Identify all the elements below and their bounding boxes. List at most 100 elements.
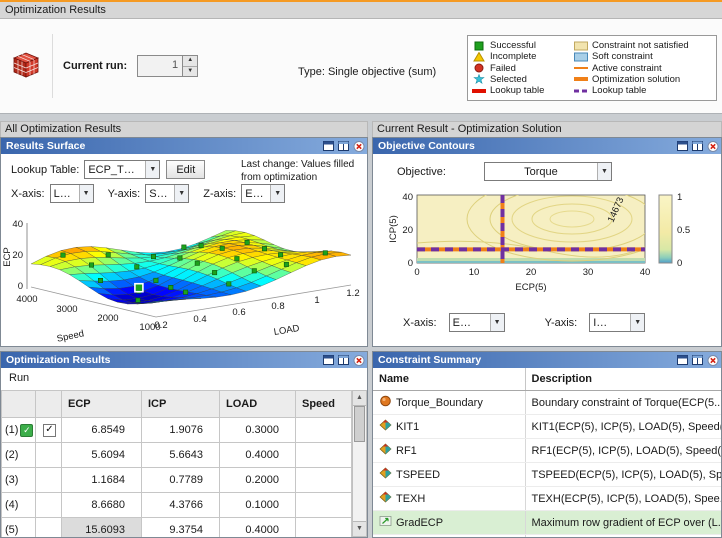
col-header-name[interactable]: Name — [373, 368, 526, 391]
view-options-icon[interactable] — [676, 354, 689, 366]
results-surface-panel: Results Surface Lookup Table: ECP_T… ▼ E… — [0, 137, 368, 347]
col-header-speed[interactable]: Speed — [295, 390, 352, 418]
undock-icon[interactable] — [691, 140, 704, 152]
undock-icon[interactable] — [337, 354, 350, 366]
speed-tick: 2000 — [97, 313, 118, 324]
constraint-row[interactable]: TEXH TEXH(ECP(5), ICP(5), LOAD(5), Spee.… — [373, 486, 721, 511]
col-header-ecp[interactable]: ECP — [61, 390, 142, 418]
results-surface-3d-plot[interactable]: 40 20 0 ECP 4000 3000 2000 1000 Speed 0.… — [1, 205, 363, 343]
z-axis-label: Z-axis: — [203, 187, 237, 200]
y-tick: 0 — [408, 258, 413, 269]
objective-contours-title: Objective Contours — [378, 140, 475, 152]
x-tick: 10 — [469, 267, 480, 278]
view-options-icon[interactable] — [676, 140, 689, 152]
table-row[interactable]: (1) ✓ ✓ 6.8549 1.9076 0.3000 — [1, 417, 352, 443]
y-axis-select[interactable]: S… ▼ — [145, 184, 190, 203]
close-icon[interactable] — [706, 140, 719, 152]
scroll-down-button[interactable]: ▼ — [353, 521, 366, 536]
close-icon[interactable] — [352, 354, 365, 366]
col-header-load[interactable]: LOAD — [219, 390, 296, 418]
constraint-row-selected[interactable]: GradECP Maximum row gradient of ECP over… — [373, 510, 721, 535]
active-constraint-line-icon — [573, 63, 589, 73]
z-axis-select[interactable]: E… ▼ — [241, 184, 286, 203]
legend-item-soft-constraint: Soft constraint — [573, 51, 713, 62]
chevron-down-icon: ▼ — [596, 163, 611, 180]
lookup-table-label: Lookup Table: — [11, 163, 80, 176]
objective-select[interactable]: Torque ▼ — [483, 162, 612, 181]
legend-item-lookup-table-purple: Lookup table — [573, 85, 713, 96]
constraint-not-satisfied-patch-icon — [573, 41, 589, 51]
edit-button[interactable]: Edit — [166, 160, 206, 179]
objective-label: Objective: — [397, 165, 446, 178]
legend-item-incomplete: Incomplete — [471, 51, 573, 62]
y-tick: 40 — [402, 192, 413, 203]
view-options-icon[interactable] — [322, 354, 335, 366]
current-result-header: Current Result - Optimization Solution — [372, 121, 722, 137]
chevron-down-icon: ▼ — [630, 314, 645, 331]
spin-up-button[interactable]: ▲ — [183, 56, 198, 67]
contour-y-axis-select[interactable]: I… ▼ — [589, 313, 646, 332]
model-constraint-icon — [379, 443, 392, 458]
accept-checkbox[interactable]: ✓ — [43, 424, 56, 437]
gradient-constraint-icon — [379, 515, 392, 530]
undock-icon[interactable] — [691, 354, 704, 366]
load-tick: 0.8 — [271, 301, 284, 312]
table-row[interactable]: (2) 5.6094 5.6643 0.4000 — [1, 442, 352, 468]
lookup-table-select[interactable]: ECP_T… ▼ — [84, 160, 161, 179]
legend-box: Successful Incomplete Failed Selected Lo… — [467, 35, 717, 101]
col-header-description[interactable]: Description — [525, 368, 721, 391]
constraint-summary-titlebar: Constraint Summary — [373, 352, 721, 368]
model-constraint-icon — [379, 467, 392, 482]
all-results-header: All Optimization Results — [0, 121, 368, 137]
contour-x-axis-select[interactable]: E… ▼ — [448, 313, 505, 332]
load-tick: 0.2 — [154, 320, 167, 331]
chevron-down-icon: ▼ — [78, 185, 93, 202]
legend-item-optimization-solution: Optimization solution — [573, 74, 713, 85]
colorbar-tick: 0 — [677, 258, 682, 269]
lookup-table-cube-icon — [10, 49, 42, 84]
chevron-down-icon: ▼ — [270, 185, 285, 202]
speed-tick: 4000 — [16, 294, 37, 305]
current-run-value[interactable]: 1 — [138, 56, 182, 76]
contour-y-axis-label: Y-axis: — [544, 316, 578, 329]
x-axis-select[interactable]: L… ▼ — [49, 184, 94, 203]
optimization-results-window: Optimization Results Current run: 1 ▲ ▼ … — [0, 0, 722, 538]
optimization-results-body: Run ECP ICP LOAD Speed (1) ✓ ✓ 6.8549 1.… — [1, 368, 367, 537]
table-row[interactable]: (4) 8.6680 4.3766 0.1000 — [1, 492, 352, 518]
scrollbar-thumb[interactable] — [354, 406, 365, 442]
x-tick: 0 — [414, 267, 419, 278]
lookup-table-dashed-icon — [573, 86, 589, 96]
undock-icon[interactable] — [337, 140, 350, 152]
success-check-icon: ✓ — [20, 423, 34, 437]
table-row[interactable]: (3) 1.1684 0.7789 0.2000 — [1, 467, 352, 493]
table-row[interactable]: (5) 15.6093 9.3754 0.4000 — [1, 517, 352, 537]
current-run-label: Current run: — [63, 60, 128, 72]
chevron-down-icon: ▼ — [489, 314, 504, 331]
current-run-spinner[interactable]: 1 ▲ ▼ — [137, 55, 199, 77]
constraint-row[interactable]: Torque_Boundary Boundary constraint of T… — [373, 390, 721, 415]
window-title: Optimization Results — [5, 4, 106, 16]
boundary-constraint-icon — [379, 395, 392, 410]
load-tick: 0.6 — [232, 307, 245, 318]
y-tick: 20 — [402, 225, 413, 236]
scroll-up-button[interactable]: ▲ — [353, 391, 366, 406]
optimization-type-text: Type: Single objective (sum) — [298, 66, 437, 78]
col-header-icp[interactable]: ICP — [141, 390, 220, 418]
close-icon[interactable] — [352, 140, 365, 152]
optimization-results-titlebar: Optimization Results — [1, 352, 367, 368]
optimization-results-title: Optimization Results — [6, 354, 111, 366]
last-change-text: Last change: Values filled from optimiza… — [241, 159, 355, 183]
objective-contours-body: Objective: Torque ▼ 14673 40 20 0 ICP(5)… — [373, 154, 721, 346]
contour-x-axis-label: X-axis: — [403, 316, 437, 329]
x-axis-title: ECP(5) — [515, 282, 546, 293]
vertical-scrollbar[interactable]: ▲ ▼ — [352, 390, 367, 537]
constraint-row[interactable]: KIT1 KIT1(ECP(5), ICP(5), LOAD(5), Speed… — [373, 414, 721, 439]
spin-down-button[interactable]: ▼ — [183, 66, 198, 76]
constraint-row[interactable]: RF1 RF1(ECP(5), ICP(5), LOAD(5), Speed( — [373, 438, 721, 463]
objective-contour-plot[interactable]: 14673 40 20 0 ICP(5) 0 10 20 30 40 ECP(5… — [387, 191, 717, 309]
z-axis-title: ECP — [2, 247, 13, 267]
view-options-icon[interactable] — [322, 140, 335, 152]
close-icon[interactable] — [706, 354, 719, 366]
constraint-row[interactable]: TSPEED TSPEED(ECP(5), ICP(5), LOAD(5), S… — [373, 462, 721, 487]
chevron-down-icon: ▼ — [145, 161, 160, 178]
